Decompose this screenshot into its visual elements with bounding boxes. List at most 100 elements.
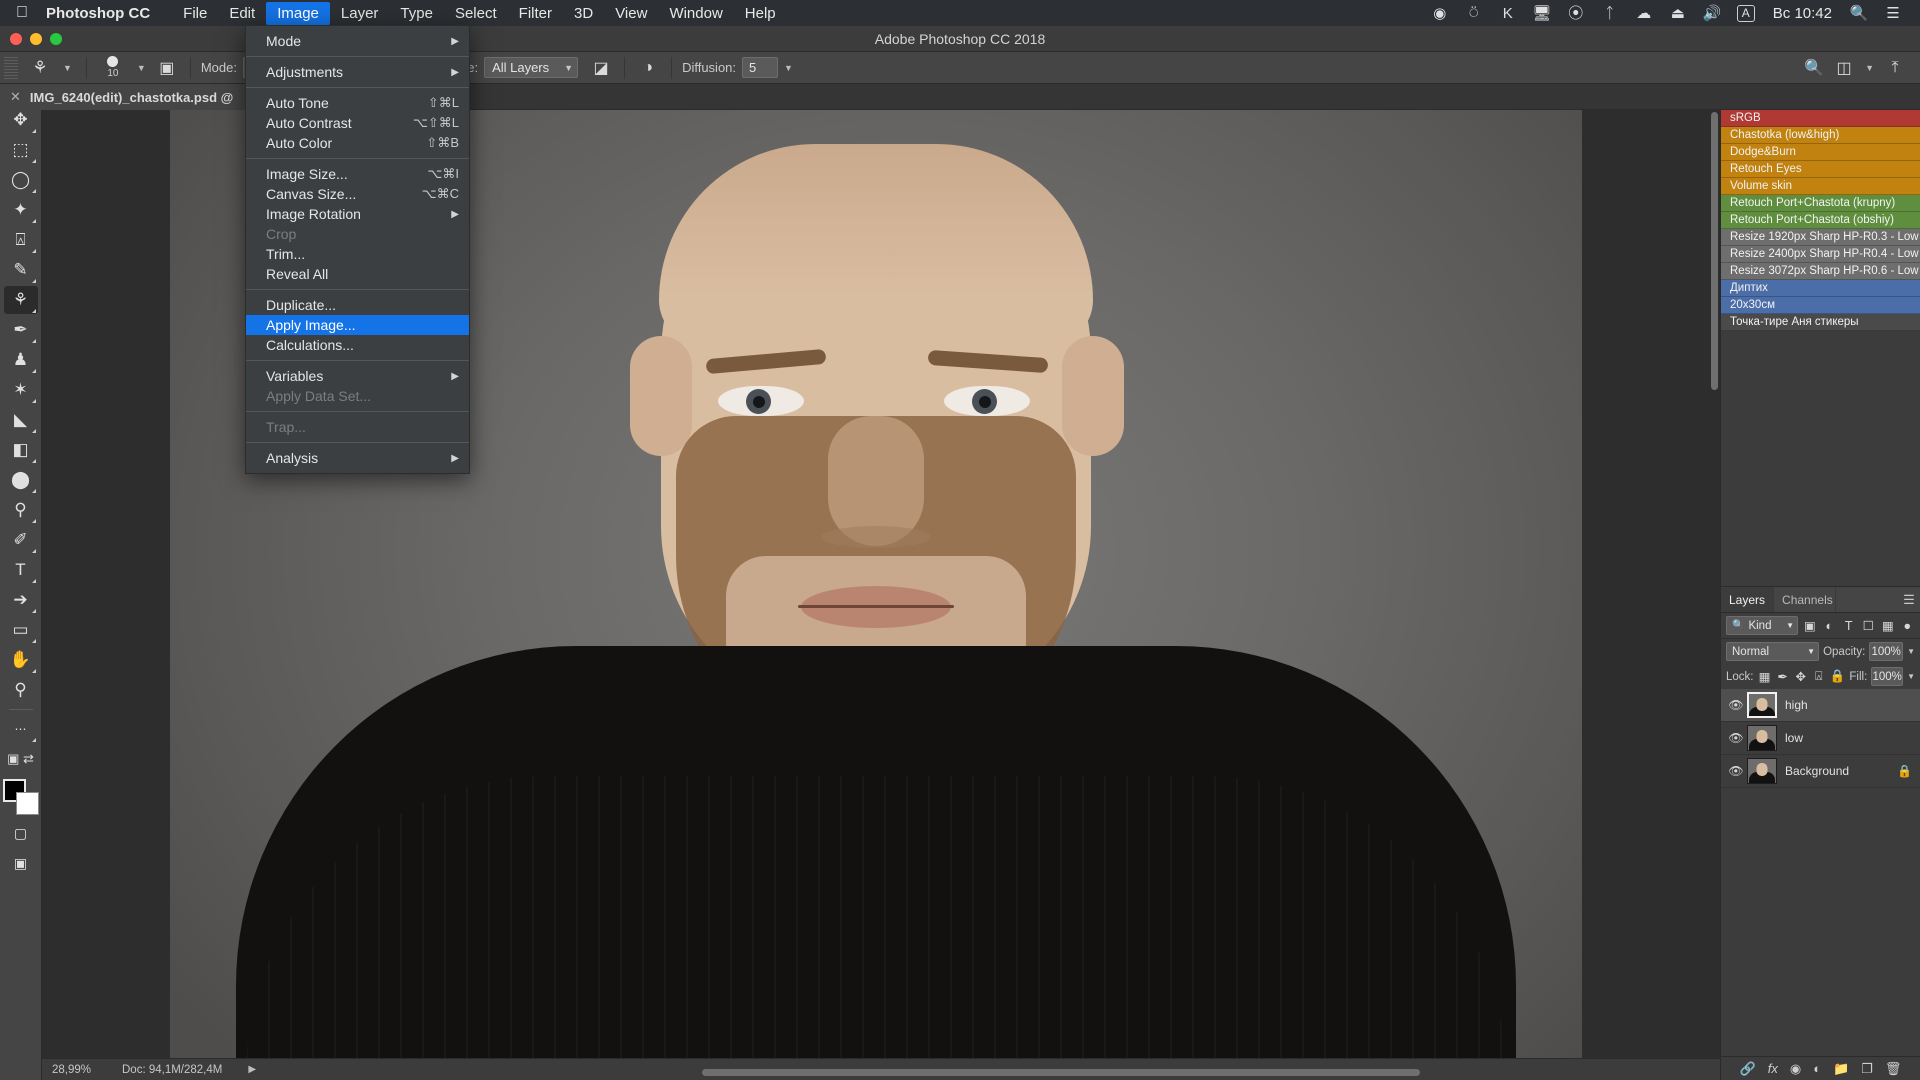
vertical-scrollbar[interactable] (1711, 112, 1718, 390)
layer-visibility-eye-icon[interactable]: 👁 (1725, 698, 1747, 712)
layer-row[interactable]: 👁 high (1721, 689, 1920, 722)
action-item[interactable]: Retouch Port+Chastota (obshiy) (1721, 212, 1920, 229)
brush-chevron-down-icon[interactable]: ▼ (131, 63, 152, 73)
volume-icon[interactable]: 🔊 (1695, 6, 1729, 21)
search-icon[interactable]: 🔍 (1799, 58, 1829, 78)
layer-row[interactable]: 👁 Background 🔒 (1721, 755, 1920, 788)
hand-tool[interactable]: ✋ (4, 646, 38, 674)
menu-view[interactable]: View (604, 2, 658, 25)
fill-value[interactable]: 100% (1871, 667, 1904, 686)
quick-mask-icon[interactable]: ▢ (4, 819, 38, 847)
app-name-label[interactable]: Photoshop CC (46, 5, 150, 22)
action-item[interactable]: Диптих (1721, 280, 1920, 297)
layers-list[interactable]: 👁 high 👁 low 👁 Background 🔒 (1721, 689, 1920, 788)
leaf-icon[interactable]: ⦿ (1559, 6, 1593, 21)
action-item[interactable]: Dodge&Burn (1721, 144, 1920, 161)
action-item[interactable]: Chastotka (low&high) (1721, 127, 1920, 144)
wifi-icon[interactable]: ☁ (1627, 6, 1661, 21)
menu-item-auto-contrast[interactable]: Auto Contrast ⌥⇧⌘L (246, 113, 469, 133)
lock-artboard-icon[interactable]: ⍓ (1812, 669, 1826, 684)
eject-icon[interactable]: ⏏ (1661, 6, 1695, 21)
menu-item-auto-color[interactable]: Auto Color ⇧⌘B (246, 133, 469, 153)
menu-filter[interactable]: Filter (508, 2, 563, 25)
ignore-adjustment-layers-icon[interactable]: ◪ (586, 58, 616, 78)
action-item[interactable]: sRGB (1721, 110, 1920, 127)
opacity-chevron-down-icon[interactable]: ▼ (1907, 647, 1915, 656)
actions-list[interactable]: sRGB Chastotka (low&high) Dodge&Burn Retouc… (1721, 110, 1920, 331)
action-item[interactable]: Resize 2400px Sharp HP-R0.4 - Low N... (1721, 246, 1920, 263)
close-window-button[interactable] (10, 33, 22, 45)
pattern-source-icon[interactable]: ▣ (152, 58, 182, 78)
menu-item-analysis[interactable]: Analysis ▶ (246, 448, 469, 468)
healing-brush-icon[interactable]: ⚘ (23, 58, 57, 78)
menu-item-image-size[interactable]: Image Size... ⌥⌘I (246, 164, 469, 184)
zoom-level-label[interactable]: 28,99% (42, 1064, 114, 1076)
close-icon[interactable]: ✕ (10, 89, 21, 105)
menu-item-apply-image[interactable]: Apply Image... (246, 315, 469, 335)
menu-item-mode[interactable]: Mode ▶ (246, 31, 469, 51)
action-item[interactable]: 20x30см (1721, 297, 1920, 314)
k-app-icon[interactable]: K (1491, 6, 1525, 21)
new-layer-icon[interactable]: ❐ (1861, 1061, 1873, 1077)
menu-edit[interactable]: Edit (218, 2, 266, 25)
lock-image-icon[interactable]: ✒ (1776, 669, 1790, 684)
eraser-tool[interactable]: ◣ (4, 406, 38, 434)
menu-item-canvas-size[interactable]: Canvas Size... ⌥⌘C (246, 184, 469, 204)
menu-help[interactable]: Help (734, 2, 787, 25)
apple-icon[interactable]:  (16, 5, 28, 21)
path-selection-tool[interactable]: ➔ (4, 586, 38, 614)
default-colors-icon[interactable]: ▣ ⇄ (4, 745, 38, 773)
menu-3d[interactable]: 3D (563, 2, 604, 25)
shape-filter-icon[interactable]: ☐ (1861, 618, 1877, 633)
rectangle-tool[interactable]: ▭ (4, 616, 38, 644)
tool-preset-chevron-down-icon[interactable]: ▼ (57, 63, 78, 73)
background-color-swatch[interactable] (15, 792, 39, 815)
chevron-right-icon[interactable]: ▶ (222, 1064, 256, 1075)
screen-mode-icon[interactable]: ▣ (4, 849, 38, 877)
panel-menu-icon[interactable]: ☰ (1898, 587, 1920, 612)
clone-stamp-tool[interactable]: ♟ (4, 346, 38, 374)
menu-window[interactable]: Window (658, 2, 733, 25)
horizontal-scrollbar[interactable] (702, 1069, 1420, 1076)
action-item[interactable]: Resize 3072px Sharp HP-R0.6 - Low N... (1721, 263, 1920, 280)
pressure-size-icon[interactable]: ◑ (633, 59, 663, 77)
workspace-icon[interactable]: ◫ (1829, 58, 1859, 78)
menu-item-variables[interactable]: Variables ▶ (246, 366, 469, 386)
menu-image[interactable]: Image (266, 1, 330, 25)
layer-visibility-eye-icon[interactable]: 👁 (1725, 731, 1747, 745)
opacity-value[interactable]: 100% (1869, 642, 1904, 661)
workspace-chevron-down-icon[interactable]: ▼ (1859, 63, 1880, 73)
type-tool[interactable]: T (4, 556, 38, 584)
smartobject-filter-icon[interactable]: ▦ (1880, 618, 1896, 633)
layer-blend-mode-select[interactable]: Normal ▼ (1726, 642, 1820, 661)
record-icon[interactable]: ◉ (1423, 6, 1457, 21)
menu-select[interactable]: Select (444, 2, 508, 25)
tab-layers[interactable]: Layers (1721, 587, 1775, 612)
tab-channels[interactable]: Channels (1774, 587, 1837, 612)
new-group-icon[interactable]: 📁 (1833, 1061, 1849, 1077)
menu-item-auto-tone[interactable]: Auto Tone ⇧⌘L (246, 93, 469, 113)
action-item[interactable]: Volume skin (1721, 178, 1920, 195)
brush-tool[interactable]: ✒ (4, 316, 38, 344)
menu-type[interactable]: Type (389, 2, 444, 25)
zoom-tool[interactable]: ⚲ (4, 676, 38, 704)
move-tool[interactable]: ✥ (4, 106, 38, 134)
pixel-filter-icon[interactable]: ▣ (1802, 618, 1818, 633)
pen-tool[interactable]: ✐ (4, 526, 38, 554)
lasso-tool[interactable]: ◯ (4, 166, 38, 194)
action-item[interactable]: Retouch Port+Chastota (krupny) (1721, 195, 1920, 212)
layer-kind-select[interactable]: 🔍 Kind ▼ (1726, 616, 1798, 635)
diffusion-input[interactable]: 5 (742, 57, 779, 78)
gradient-tool[interactable]: ◧ (4, 436, 38, 464)
blur-tool[interactable]: ⬤ (4, 466, 38, 494)
action-item[interactable]: Retouch Eyes (1721, 161, 1920, 178)
lock-all-icon[interactable]: 🔒 (1830, 669, 1846, 684)
color-swatches[interactable] (2, 779, 40, 815)
diffusion-chevron-down-icon[interactable]: ▼ (778, 63, 799, 73)
history-brush-tool[interactable]: ✶ (4, 376, 38, 404)
menu-item-trim[interactable]: Trim... (246, 244, 469, 264)
add-mask-icon[interactable]: ◉ (1790, 1061, 1801, 1077)
list-icon[interactable]: ☰ (1876, 6, 1910, 21)
menu-layer[interactable]: Layer (330, 2, 390, 25)
edit-toolbar-button[interactable]: ⋯ (4, 715, 38, 743)
